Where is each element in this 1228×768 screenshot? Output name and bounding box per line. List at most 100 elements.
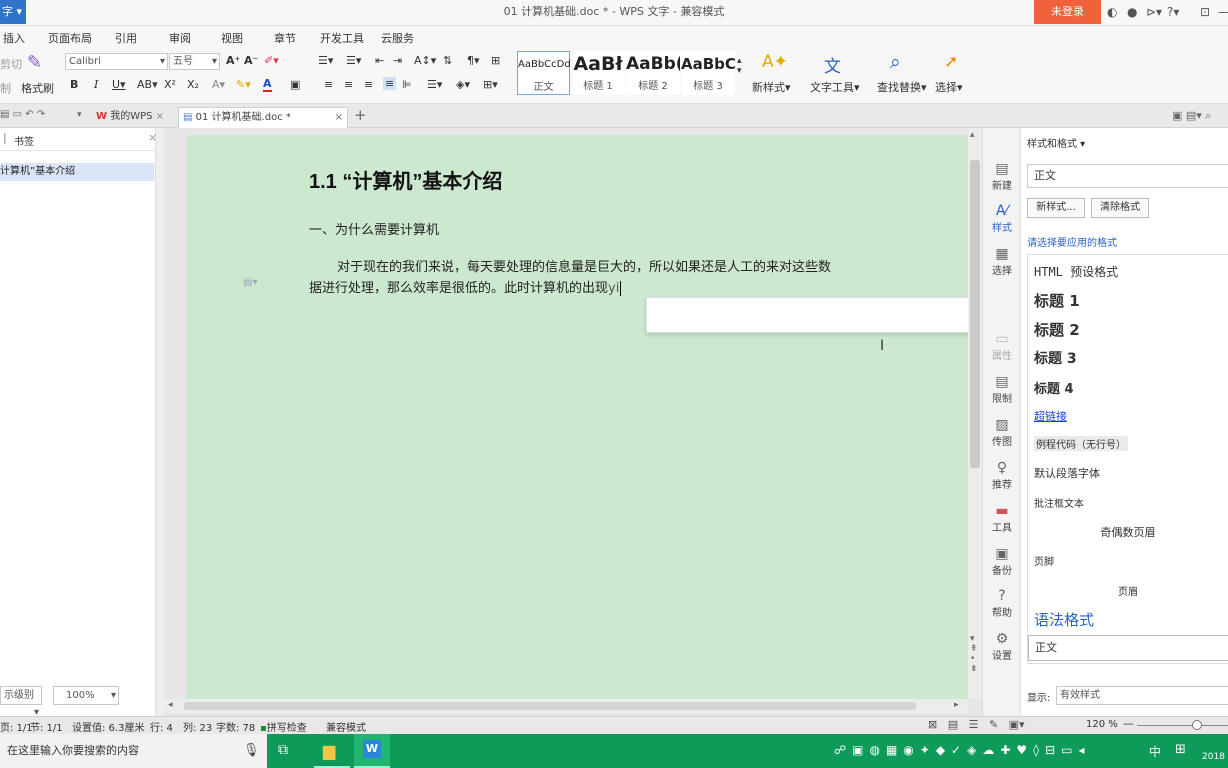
justify-icon[interactable]: ≡ — [383, 77, 397, 90]
ime-indicator-icon[interactable]: 中 — [1149, 743, 1161, 760]
upload-image-side-button[interactable]: ▨ 传图 — [983, 418, 1021, 449]
superscript-icon[interactable]: X² — [164, 78, 176, 91]
pane-splitter[interactable] — [156, 128, 164, 718]
style-item-heading-2[interactable]: 标题 2 — [1034, 319, 1080, 340]
highlight-icon[interactable]: ✎▾ — [236, 78, 251, 91]
style-item-normal[interactable]: 正文 — [1028, 635, 1228, 661]
taskbar-search-box[interactable]: 在这里输入你要搜索的内容 🎙 — [0, 734, 267, 768]
vertical-scrollbar[interactable]: ▴ ▾ ⇞ • ⇟ — [968, 128, 982, 698]
close-icon[interactable]: × — [156, 111, 164, 122]
scroll-left-icon[interactable]: ◂ — [168, 700, 173, 710]
align-center-icon[interactable]: ≡ — [344, 78, 353, 91]
styles-side-button[interactable]: A⁄ 样式 — [983, 204, 1021, 235]
zoom-out-icon[interactable]: — — [1123, 717, 1134, 730]
style-heading-2[interactable]: AaBb(标题 2 — [626, 51, 680, 95]
select-cursor-icon[interactable]: ➚ — [944, 52, 958, 72]
numbering-icon[interactable]: ☰▾ — [346, 54, 361, 67]
italic-icon[interactable]: I — [94, 78, 98, 91]
style-item-header[interactable]: 页眉 — [1028, 583, 1228, 598]
borders-icon[interactable]: ⊞▾ — [483, 78, 498, 91]
close-icon[interactable]: × — [335, 108, 343, 127]
format-painter-icon[interactable]: ✎ — [27, 52, 42, 73]
settings-icon[interactable]: ● — [1127, 5, 1137, 19]
style-item-even-odd-header[interactable]: 奇偶数页眉 — [1028, 524, 1228, 540]
style-item-heading-3[interactable]: 标题 3 — [1034, 348, 1077, 368]
menu-review[interactable]: 审阅 — [169, 30, 191, 46]
increase-indent-icon[interactable]: ⇥ — [393, 54, 402, 67]
text-tools-button[interactable]: 文字工具▾ — [810, 79, 860, 95]
table-icon[interactable]: ⊞ — [491, 54, 500, 67]
tab-my-wps[interactable]: W 我的WPS × — [92, 107, 176, 128]
paragraph-handle-icon[interactable]: ▤▾ — [243, 277, 257, 288]
quick-access-icons[interactable]: ▤ ▭ ↶ ↷ — [0, 109, 45, 120]
select-button[interactable]: 选择▾ — [935, 79, 963, 95]
style-item-hyperlink[interactable]: 超链接 — [1034, 408, 1067, 424]
help-icon[interactable]: ?▾ — [1167, 5, 1179, 19]
login-button[interactable]: 未登录 — [1034, 0, 1101, 24]
find-replace-button[interactable]: 查找替换▾ — [877, 79, 927, 95]
menu-insert[interactable]: 插入 — [3, 30, 25, 46]
menu-cloud[interactable]: 云服务 — [381, 30, 414, 46]
minimize-icon[interactable]: — — [1218, 5, 1228, 19]
share-icon[interactable]: ⊳▾ — [1146, 5, 1162, 19]
decrease-indent-icon[interactable]: ⇤ — [375, 54, 384, 67]
font-size-select[interactable]: 五号 ▾ — [169, 53, 220, 70]
bullets-icon[interactable]: ☰▾ — [318, 54, 333, 67]
distribute-icon[interactable]: ⊫ — [402, 78, 412, 91]
styles-scroll-icon[interactable]: ▴ ▾ — [737, 56, 742, 76]
help-side-button[interactable]: ? 帮助 — [983, 589, 1021, 620]
recommend-side-button[interactable]: ♀ 推荐 — [983, 461, 1021, 492]
restrict-side-button[interactable]: ▤ 限制 — [983, 375, 1021, 406]
text-effect-icon[interactable]: A▾ — [212, 78, 225, 91]
horizontal-scrollbar[interactable]: ◂ ▸ — [164, 699, 968, 713]
subscript-icon[interactable]: X₂ — [187, 78, 199, 91]
style-item-html[interactable]: HTML 预设格式 — [1034, 263, 1118, 280]
menu-section[interactable]: 章节 — [274, 30, 296, 46]
underline-icon[interactable]: U▾ — [112, 78, 126, 91]
scroll-right-icon[interactable]: ▸ — [954, 700, 959, 710]
settings-side-button[interactable]: ⚙ 设置 — [983, 632, 1021, 663]
style-item-code[interactable]: 例程代码（无行号） — [1034, 436, 1128, 451]
zoom-slider[interactable] — [1137, 725, 1228, 726]
clear-format-button[interactable]: 清除格式 — [1091, 198, 1149, 218]
style-item-footer[interactable]: 页脚 — [1034, 553, 1054, 568]
scroll-up-icon[interactable]: ▴ — [970, 130, 975, 140]
font-color-icon[interactable]: A — [263, 77, 272, 92]
status-page[interactable]: 页: 1/1 — [0, 719, 33, 734]
bookmark-item[interactable]: 计算机”基本介绍 — [0, 163, 154, 181]
zoom-slider-handle[interactable] — [1192, 720, 1202, 730]
clock-date[interactable]: 2018 — [1202, 752, 1225, 762]
find-replace-icon[interactable]: ⌕ — [890, 51, 901, 73]
chevron-down-icon[interactable]: ▾ — [77, 110, 82, 120]
ime-mode-icon[interactable]: ⊞ — [1175, 742, 1186, 757]
hscroll-thumb[interactable] — [184, 702, 916, 710]
copy-label[interactable]: 制 — [0, 80, 11, 96]
scroll-thumb[interactable] — [970, 160, 980, 468]
scroll-page-icons[interactable]: ▾ ⇞ • ⇟ — [970, 634, 978, 674]
text-tools-icon[interactable]: 文 — [824, 52, 841, 77]
align-left-icon[interactable]: ≡ — [324, 78, 333, 91]
new-tab-icon[interactable]: + — [354, 106, 367, 124]
font-name-select[interactable]: Calibri ▾ — [65, 53, 168, 70]
clear-format-icon[interactable]: ✐▾ — [264, 54, 279, 67]
menu-view[interactable]: 视图 — [221, 30, 243, 46]
current-style-field[interactable]: 正文 — [1027, 164, 1228, 188]
format-painter-label[interactable]: 格式刷 — [21, 80, 54, 96]
view-mode-icons[interactable]: ⊠ ▤ ☰ ✎ ▣▾ — [928, 718, 1025, 731]
tab-document[interactable]: ▤ 01 计算机基础.doc * × — [178, 107, 348, 128]
cut-label[interactable]: 剪切 — [0, 56, 22, 72]
shading-icon[interactable]: ◈▾ — [456, 78, 470, 91]
line-spacing-icon[interactable]: ☰▾ — [427, 78, 442, 91]
new-style-button[interactable]: 新样式... — [1027, 198, 1085, 218]
skin-icon[interactable]: ◐ — [1107, 5, 1117, 19]
system-tray-icons[interactable]: ☍▣◍▦◉✦◆✓◈☁✚♥◊⊟▭◂ — [834, 743, 1091, 757]
microphone-icon[interactable]: 🎙 — [243, 734, 260, 768]
new-style-button[interactable]: 新样式▾ — [752, 79, 791, 95]
align-right-icon[interactable]: ≡ — [364, 78, 373, 91]
style-item-heading-1[interactable]: 标题 1 — [1034, 290, 1080, 311]
style-heading-1[interactable]: AaBł 标题 1 — [571, 51, 625, 95]
chinese-layout-icon[interactable]: A↕▾ — [414, 54, 436, 67]
tools-side-button[interactable]: ▬ 工具 — [983, 504, 1021, 535]
spell-check-status[interactable]: ▪拼写检查 — [260, 719, 307, 734]
wps-taskbar-button[interactable]: W — [354, 734, 390, 768]
